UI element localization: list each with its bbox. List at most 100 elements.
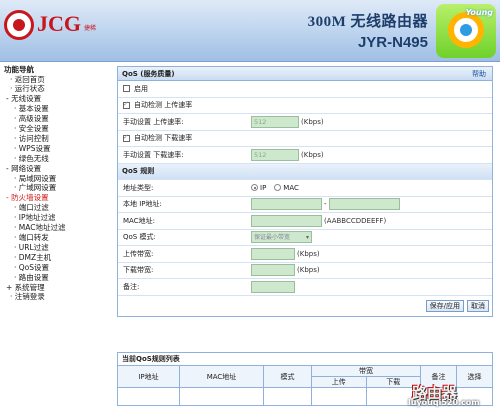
up-bw-label: 上传带宽: [123, 249, 154, 258]
table-header-row: IP地址 MAC地址 模式 带宽 备注 选择 [117, 365, 493, 388]
manual-down-input[interactable]: 512 [251, 148, 299, 161]
radio-mac[interactable] [274, 184, 282, 192]
qos-rule-section: QoS 规则 [118, 163, 492, 180]
col-mac: MAC地址 [179, 365, 264, 388]
mac-label: MAC地址: [123, 216, 155, 225]
sidebar-item[interactable]: - 网络设置 [4, 164, 112, 174]
ip-range-dash: - [324, 200, 327, 209]
auto-down-label: 自动检测 下载速率 [134, 134, 193, 143]
qos-mode-row: QoS 模式: 保证最小带宽 [118, 230, 492, 246]
local-ip-row: 本地 IP地址: - [118, 197, 492, 213]
sidebar-item[interactable]: · 路由设置 [4, 273, 112, 283]
radio-ip[interactable] [251, 184, 258, 192]
sidebar-item[interactable]: · 绿色无线 [4, 154, 112, 164]
down-bw-input[interactable] [251, 264, 295, 277]
ip-end-input[interactable] [328, 198, 400, 211]
logo-mark-icon [4, 10, 34, 40]
watermark-url: luyouqi520.com [408, 398, 480, 407]
note-input[interactable] [251, 280, 295, 293]
enable-label: 启用 [134, 84, 148, 93]
sidebar-item[interactable]: + 系统管理 [4, 283, 112, 293]
col-mode: 模式 [263, 365, 312, 388]
addr-type-label: 地址类型: [123, 183, 154, 192]
note-row: 备注: [118, 279, 492, 296]
up-bw-unit: (Kbps) [297, 249, 320, 258]
save-apply-button[interactable]: 保存/应用 [425, 299, 464, 312]
main-content: QoS (服务质量) 帮助 启用 自动检测 上传速率 手动设置 上传速率: 51… [117, 66, 493, 317]
product-title: 300M 无线路由器 JYR-N495 [308, 10, 428, 51]
qos-mode-label: QoS 模式: [123, 233, 156, 242]
sidebar-item[interactable]: · 访问控制 [4, 134, 112, 144]
sidebar-item[interactable]: · 高级设置 [4, 114, 112, 124]
sidebar-item[interactable]: · 基本设置 [4, 104, 112, 114]
sidebar-item[interactable]: · 返回首页 [4, 75, 112, 85]
nav-title: 功能导航 [4, 65, 34, 74]
mac-hint: (AABBCCDDEEFF) [324, 216, 387, 225]
jcg-logo: JCG 捷稀 [4, 8, 104, 44]
sidebar-item[interactable]: - 无线设置 [4, 94, 112, 104]
col-up: 上传 [311, 376, 367, 388]
up-bw-row: 上传带宽: (Kbps) [118, 246, 492, 263]
nav-list: · 返回首页 · 运行状态 - 无线设置 · 基本设置 · 高级设置 · 安全设置 · 访问… [4, 75, 112, 303]
sidebar-item[interactable]: · 运行状态 [4, 84, 112, 94]
cancel-button[interactable]: 取消 [467, 299, 489, 312]
brand-name: JCG [37, 11, 81, 36]
sidebar-item[interactable]: · 局域网设置 [4, 174, 112, 184]
auto-down-checkbox[interactable] [123, 133, 130, 142]
sidebar-item[interactable]: · MAC地址过滤 [4, 223, 112, 233]
sidebar-item[interactable]: · 安全设置 [4, 124, 112, 134]
qos-rule-title: QoS 规则 [122, 167, 155, 176]
manual-up-unit: (Kbps) [301, 117, 324, 126]
model-number: JYR-N495 [357, 34, 428, 51]
manual-down-unit: (Kbps) [301, 150, 324, 159]
ip-start-input[interactable] [251, 198, 322, 211]
down-bw-row: 下载带宽: (Kbps) [118, 263, 492, 279]
auto-up-checkbox[interactable] [123, 100, 130, 109]
sidebar-nav: 功能导航 · 返回首页 · 运行状态 - 无线设置 · 基本设置 · 高级设置 · 安全设… [0, 64, 112, 413]
button-row: 保存/应用 取消 [118, 296, 492, 316]
manual-up-row: 手动设置 上传速率: 512 (Kbps) [118, 114, 492, 131]
sidebar-item[interactable]: · WPS设置 [4, 144, 112, 154]
sidebar-item[interactable]: · 注销登录 [4, 292, 112, 302]
mac-input[interactable] [251, 214, 322, 227]
addr-type-row: 地址类型: IP MAC [118, 180, 492, 197]
enable-checkbox[interactable] [123, 85, 130, 93]
site-watermark: 路由器 luyouqi520.com [406, 382, 494, 410]
auto-up-label: 自动检测 上传速率 [134, 101, 193, 110]
sidebar-item[interactable]: · URL过滤 [4, 243, 112, 253]
sidebar-item[interactable]: - 防火墙设置 [4, 193, 112, 203]
badge-text: Young [465, 8, 493, 17]
radio-ip-label: IP [260, 183, 267, 192]
sidebar-item[interactable]: · 端口转发 [4, 233, 112, 243]
young-logo-icon [448, 12, 484, 48]
sidebar-item[interactable]: · 广域网设置 [4, 183, 112, 193]
col-ip: IP地址 [117, 365, 180, 388]
radio-mac-label: MAC [283, 183, 299, 192]
down-bw-label: 下载带宽: [123, 266, 154, 275]
product-name: 300M 无线路由器 [307, 14, 428, 30]
up-bw-input[interactable] [251, 247, 295, 260]
sidebar-item[interactable]: · 端口过滤 [4, 203, 112, 213]
col-bandwidth: 带宽 [311, 365, 421, 377]
young-badge: Young [436, 4, 496, 58]
down-bw-unit: (Kbps) [297, 266, 320, 275]
enable-row: 启用 [118, 81, 492, 98]
sidebar-item[interactable]: · QoS设置 [4, 263, 112, 273]
qos-panel: QoS (服务质量) 帮助 启用 自动检测 上传速率 手动设置 上传速率: 51… [117, 66, 493, 317]
qos-panel-header: QoS (服务质量) 帮助 [118, 67, 492, 81]
sidebar-item[interactable]: · DMZ主机 [4, 253, 112, 263]
brand-sub: 捷稀 [84, 25, 97, 32]
mac-row: MAC地址: (AABBCCDDEEFF) [118, 213, 492, 230]
manual-down-row: 手动设置 下载速率: 512 (Kbps) [118, 147, 492, 164]
auto-down-row: 自动检测 下载速率 [118, 131, 492, 147]
manual-up-input[interactable]: 512 [251, 115, 299, 128]
list-caption: 当前QoS规则列表 [117, 352, 493, 366]
qos-mode-select[interactable]: 保证最小带宽 [251, 231, 312, 244]
manual-down-label: 手动设置 下载速率: [123, 150, 184, 159]
note-label: 备注: [123, 282, 140, 291]
qos-title: QoS (服务质量) [122, 70, 175, 78]
auto-up-row: 自动检测 上传速率 [118, 98, 492, 114]
manual-up-label: 手动设置 上传速率: [123, 117, 184, 126]
sidebar-item[interactable]: · IP地址过滤 [4, 213, 112, 223]
help-link[interactable]: 帮助 [472, 67, 486, 81]
